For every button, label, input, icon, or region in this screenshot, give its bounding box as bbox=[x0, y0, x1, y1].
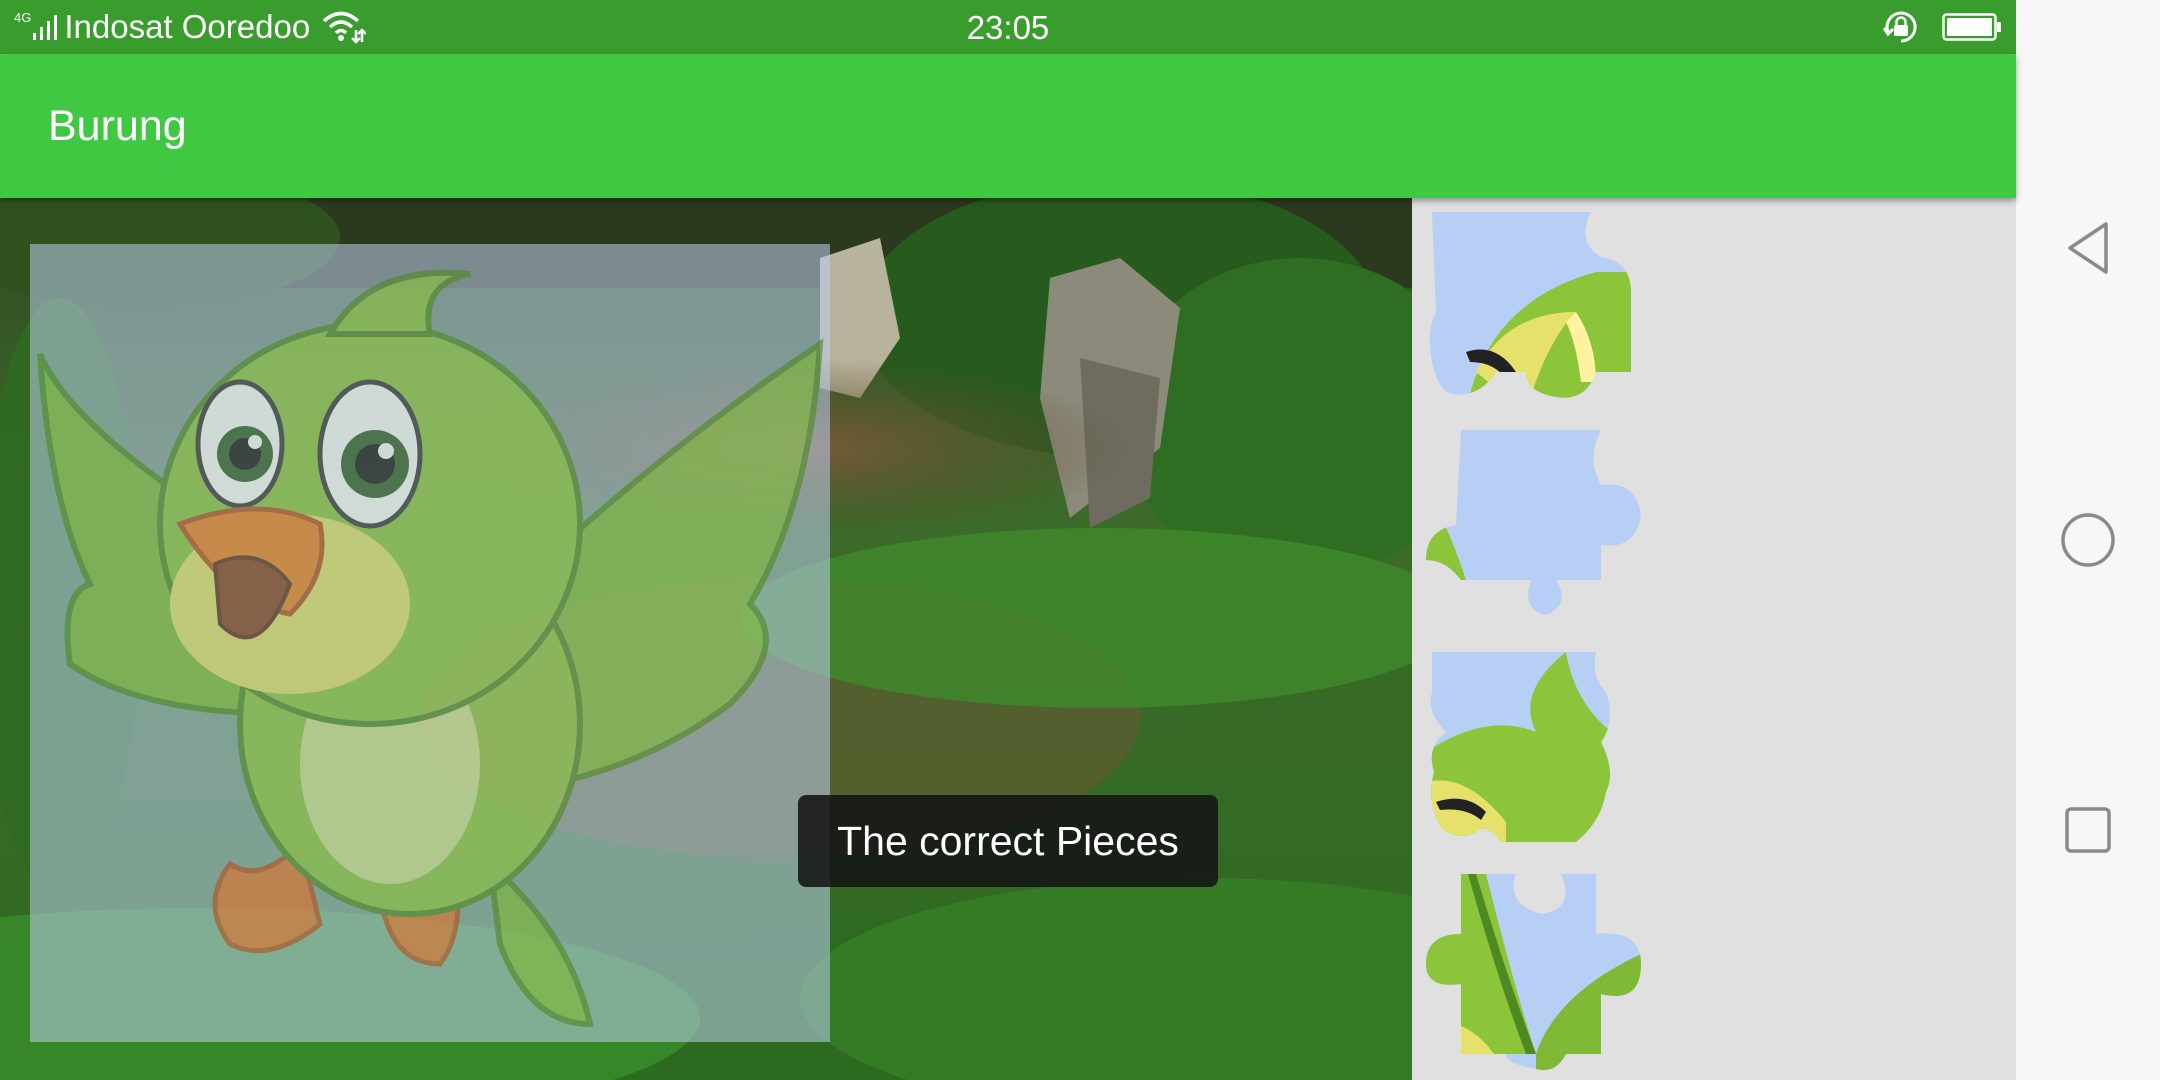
puzzle-board[interactable] bbox=[30, 244, 830, 1042]
toast-message: The correct Pieces bbox=[798, 795, 1218, 887]
pieces-tray bbox=[1412, 198, 2016, 1080]
bird-crest-piece-icon bbox=[1430, 652, 1610, 842]
bird-eye-piece-icon bbox=[1429, 212, 1631, 398]
back-button[interactable] bbox=[2058, 218, 2118, 278]
app-bar: Burung bbox=[0, 54, 2016, 198]
bird-reference-image bbox=[37, 269, 824, 1028]
rotation-lock-icon bbox=[1882, 8, 1920, 46]
battery-icon bbox=[1942, 13, 2002, 41]
puzzle-piece-4[interactable] bbox=[1426, 874, 1658, 1074]
navigation-bar bbox=[2016, 0, 2160, 1080]
game-area: The correct Pieces bbox=[0, 198, 1412, 1080]
puzzle-piece-2[interactable] bbox=[1426, 430, 1658, 630]
home-icon bbox=[2061, 513, 2115, 567]
app-title: Burung bbox=[48, 102, 187, 150]
recents-button[interactable] bbox=[2058, 800, 2118, 860]
status-right bbox=[1882, 0, 2002, 54]
puzzle-piece-3[interactable] bbox=[1426, 652, 1658, 852]
back-icon bbox=[2068, 222, 2108, 274]
puzzle-piece-1[interactable] bbox=[1426, 212, 1658, 412]
home-button[interactable] bbox=[2058, 510, 2118, 570]
sky-piece-icon bbox=[1426, 430, 1641, 615]
recents-icon bbox=[2065, 807, 2111, 853]
clock: 23:05 bbox=[966, 9, 1050, 46]
status-bar: 4G Indosat Ooredoo 23:05 bbox=[0, 0, 2016, 54]
bird-wing-piece-icon bbox=[1426, 874, 1641, 1070]
